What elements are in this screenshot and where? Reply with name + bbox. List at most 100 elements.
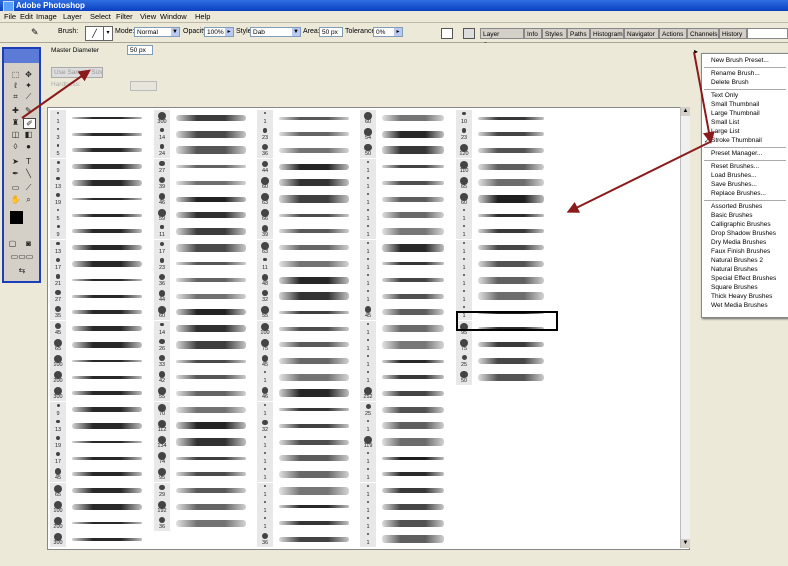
menu-item[interactable]: Load Brushes... (711, 172, 757, 179)
menu-item[interactable]: Dry Media Brushes (711, 239, 766, 246)
menu-item[interactable]: Special Effect Brushes (711, 275, 776, 282)
brush-preset[interactable]: 42 (154, 369, 254, 386)
brush-preset[interactable]: 36 (257, 142, 357, 159)
brush-preset[interactable]: 32 (257, 417, 357, 434)
brush-preset[interactable]: 9 (50, 158, 150, 175)
hardness-field[interactable] (130, 81, 157, 91)
brush-preset[interactable]: 1 (360, 174, 452, 191)
brush-preset[interactable]: 1 (360, 239, 452, 256)
menu-item[interactable]: Small List (711, 119, 739, 126)
menu-filter[interactable]: Filter (116, 12, 133, 21)
brush-preset[interactable]: 60 (257, 174, 357, 191)
brush-preset[interactable]: 59 (154, 207, 254, 224)
brush-preset[interactable]: 54 (360, 126, 452, 143)
menu-item[interactable]: Drop Shadow Brushes (711, 230, 776, 237)
brush-preset[interactable]: 100 (50, 498, 150, 515)
brush-picker-button[interactable]: ╱ (85, 26, 104, 41)
menu-item[interactable]: Large List (711, 128, 740, 135)
tab-info[interactable]: Info (524, 28, 542, 39)
brush-preset[interactable]: 5 (50, 142, 150, 159)
brush-preset[interactable]: 45 (50, 466, 150, 483)
area-field[interactable]: 50 px (319, 27, 343, 37)
marquee-tool-icon[interactable]: ⬚ (10, 70, 21, 79)
menu-select[interactable]: Select (90, 12, 111, 21)
brush-preset[interactable]: 1 (257, 110, 357, 126)
brush-preset[interactable]: 1 (360, 531, 452, 548)
magic-wand-tool-icon[interactable]: ✦ (23, 81, 34, 90)
tab-history[interactable]: History (719, 28, 747, 39)
tab-navigator[interactable]: Navigator (624, 28, 659, 39)
paint-bucket-tool-icon[interactable]: ◧ (23, 130, 34, 139)
menu-item[interactable]: Wet Media Brushes (711, 302, 768, 309)
brush-preset[interactable]: 100 (50, 353, 150, 369)
hand-tool-icon[interactable]: ✋ (10, 195, 21, 204)
quick-mask-mode-icon[interactable]: ◙ (23, 239, 34, 248)
menu-item[interactable]: Calligraphic Brushes (711, 221, 771, 228)
brush-preset[interactable]: 36 (257, 531, 357, 548)
brush-preset[interactable]: 1 (360, 336, 452, 353)
brush-preset[interactable]: 112 (154, 417, 254, 434)
brush-preset[interactable]: 1 (360, 272, 452, 288)
brush-preset[interactable]: 300 (50, 385, 150, 402)
brush-preset[interactable]: 200 (50, 369, 150, 386)
brush-preset[interactable]: 11 (154, 223, 254, 240)
tab-channels[interactable]: Channels (687, 28, 719, 39)
brush-preset[interactable]: 200 (50, 515, 150, 531)
brush-preset[interactable]: 36 (154, 515, 254, 531)
screen-mode-icons[interactable]: ▭▭▭ (7, 252, 37, 261)
move-tool-icon[interactable]: ✥ (23, 70, 34, 79)
menu-item[interactable]: New Brush Preset... (711, 57, 769, 64)
pen-tool-icon[interactable]: ✒ (10, 169, 21, 178)
brush-preset[interactable]: 14 (154, 320, 254, 337)
brush-preset[interactable]: 3 (50, 126, 150, 143)
menu-item[interactable]: Natural Brushes (711, 266, 758, 273)
menu-item[interactable]: Small Thumbnail (711, 101, 759, 108)
brush-preset[interactable]: 1 (257, 434, 357, 450)
brush-preset[interactable]: 11 (257, 255, 357, 272)
brush-preset[interactable]: 95 (154, 466, 254, 483)
brush-grid-scrollbar[interactable]: ▲ ▼ (680, 107, 690, 548)
tab-paths[interactable]: Paths (567, 28, 590, 39)
tolerance-field[interactable]: 0% ▸ (373, 27, 403, 37)
brush-preset[interactable]: 39 (257, 223, 357, 240)
brush-preset[interactable]: 1 (360, 288, 452, 305)
brush-preset[interactable]: 23 (456, 126, 552, 143)
brush-preset[interactable]: 50 (360, 142, 452, 159)
brush-preset[interactable]: 1 (360, 353, 452, 369)
brush-preset[interactable]: 55 (257, 304, 357, 321)
file-browser-icon[interactable] (463, 28, 475, 39)
brush-preset[interactable]: 65 (50, 336, 150, 353)
brush-preset[interactable]: 1 (257, 369, 357, 386)
brush-preset[interactable]: 60 (456, 191, 552, 207)
brush-preset[interactable]: 1 (257, 515, 357, 531)
brush-preset[interactable]: 14 (154, 126, 254, 143)
brush-preset[interactable]: 63 (257, 191, 357, 207)
brush-preset[interactable]: 23 (257, 126, 357, 143)
brush-preset[interactable]: 1 (456, 223, 552, 240)
palette-toggle-icon[interactable] (441, 28, 453, 39)
brush-preset[interactable]: 35 (50, 304, 150, 321)
brush-preset[interactable]: 45 (257, 353, 357, 369)
brush-preset[interactable]: 1 (360, 255, 452, 272)
brush-preset[interactable]: 45 (360, 304, 452, 321)
brush-preset[interactable]: 13 (50, 239, 150, 256)
brush-preset[interactable]: 9 (50, 401, 150, 418)
menu-item[interactable]: Save Brushes... (711, 181, 757, 188)
brush-preset[interactable]: 1 (360, 482, 452, 499)
menu-image[interactable]: Image (36, 12, 57, 21)
menu-file[interactable]: File (4, 12, 16, 21)
brush-preset[interactable]: 23 (154, 255, 254, 272)
path-selection-tool-icon[interactable]: ➤ (10, 157, 21, 166)
brush-preset[interactable]: 120 (456, 142, 552, 159)
scroll-down-icon[interactable]: ▼ (681, 539, 690, 548)
brush-preset[interactable]: 134 (154, 434, 254, 450)
brush-preset[interactable]: 1 (456, 272, 552, 288)
brush-preset[interactable]: 1 (456, 239, 552, 256)
brush-preset[interactable]: 1 (257, 498, 357, 515)
brush-preset[interactable]: 1 (456, 288, 552, 305)
brush-preset[interactable]: 60 (360, 110, 452, 126)
crop-tool-icon[interactable]: ⌗ (10, 92, 21, 101)
brush-preset[interactable]: 36 (154, 272, 254, 288)
brush-preset[interactable]: 48 (257, 272, 357, 288)
brush-preset[interactable]: 1 (50, 110, 150, 126)
